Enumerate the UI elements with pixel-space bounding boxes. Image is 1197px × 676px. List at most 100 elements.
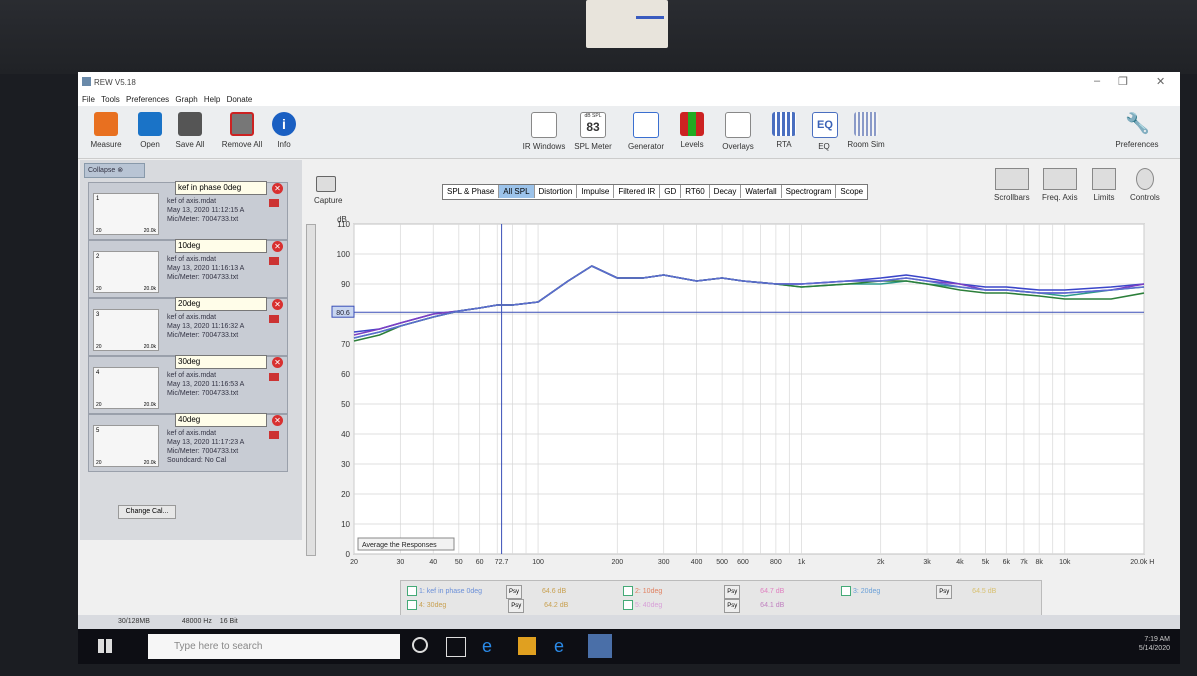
rta-button[interactable]: RTA: [772, 112, 796, 149]
status-bar: 30/128MB 48000 Hz 16 Bit: [78, 615, 1180, 629]
windows-start-icon[interactable]: [98, 639, 112, 653]
ir-windows-button[interactable]: IR Windows: [518, 112, 570, 151]
scrollbars-button[interactable]: Scrollbars: [994, 168, 1030, 202]
measurement-name-field[interactable]: 30deg: [175, 355, 267, 369]
legend-item-5[interactable]: 5: 40deg Psy 64.1 dB: [623, 599, 784, 613]
spl-chart[interactable]: 0102030405060708090100110dB203040506072.…: [314, 212, 1158, 572]
measurement-thumbnail: 3 20 20.0k: [93, 309, 159, 351]
preferences-button[interactable]: 🔧 Preferences: [1112, 112, 1162, 149]
edge-icon[interactable]: e: [482, 637, 500, 655]
x-tick-label: 100: [532, 559, 544, 566]
maximize-icon[interactable]: ❐: [1118, 75, 1128, 88]
legend-panel: 1: kef in phase 0deg Psy 64.6 dB 4: 30de…: [400, 580, 1042, 616]
freq-axis-button[interactable]: Freq. Axis: [1042, 168, 1078, 202]
tab-rt60[interactable]: RT60: [681, 185, 710, 198]
room-sim-button[interactable]: Room Sim: [844, 112, 888, 149]
measurement-info: kef of axis.mdat May 13, 2020 11:16:13 AM…: [167, 256, 245, 281]
cortana-icon[interactable]: [412, 637, 428, 653]
measurement-name-field[interactable]: kef in phase 0deg: [175, 181, 267, 195]
checkbox-icon[interactable]: [841, 586, 851, 597]
graph-color-icon[interactable]: [269, 199, 279, 207]
average-responses-button[interactable]: Average the Responses: [362, 542, 437, 549]
measure-button[interactable]: Measure: [86, 112, 126, 149]
measure-icon: [94, 112, 118, 136]
graph-color-icon[interactable]: [269, 315, 279, 323]
capture-button[interactable]: Capture: [314, 176, 342, 205]
menu-tools[interactable]: Tools: [101, 95, 120, 104]
y-tick-label: 100: [337, 250, 351, 259]
measurement-card[interactable]: 2 20 20.0k 10deg ✕ kef of axis.mdat May 13, 20…: [88, 239, 288, 298]
remove-measurement-icon[interactable]: ✕: [272, 241, 283, 252]
checkbox-icon[interactable]: [407, 600, 417, 611]
measurement-name-field[interactable]: 20deg: [175, 297, 267, 311]
tab-spl-phase[interactable]: SPL & Phase: [443, 185, 500, 198]
remove-measurement-icon[interactable]: ✕: [272, 299, 283, 310]
remove-measurement-icon[interactable]: ✕: [272, 415, 283, 426]
change-cal-button[interactable]: Change Cal...: [118, 505, 176, 519]
plot-background: [353, 223, 1145, 555]
levels-button[interactable]: Levels: [676, 112, 708, 149]
x-tick-label: 3k: [923, 559, 931, 566]
measurement-info: kef of axis.mdat May 13, 2020 11:16:32 AM…: [167, 314, 245, 339]
measurement-card[interactable]: 4 20 20.0k 30deg ✕ kef of axis.mdat May 13, 20…: [88, 355, 288, 414]
measurement-name-field[interactable]: 10deg: [175, 239, 267, 253]
legend-item-3[interactable]: 3: 20deg Psy 64.5 dB: [841, 585, 996, 599]
y-tick-label: 70: [341, 340, 350, 349]
menu-file[interactable]: File: [82, 95, 95, 104]
open-button[interactable]: Open: [132, 112, 168, 149]
save-all-button[interactable]: Save All: [170, 112, 210, 149]
checkbox-icon[interactable]: [623, 586, 633, 597]
measurement-thumbnail: 2 20 20.0k: [93, 251, 159, 293]
limits-button[interactable]: Limits: [1092, 168, 1116, 202]
eq-button[interactable]: EQ EQ: [812, 112, 838, 151]
legend-item-1[interactable]: 1: kef in phase 0deg Psy 64.6 dB: [407, 585, 566, 599]
graph-area[interactable]: 0102030405060708090100110dB203040506072.…: [314, 212, 1158, 572]
graph-color-icon[interactable]: [269, 373, 279, 381]
collapse-button[interactable]: Collapse ⊗: [84, 163, 145, 178]
x-tick-label: 30: [396, 559, 404, 566]
checkbox-icon[interactable]: [623, 600, 633, 611]
x-tick-label: 200: [611, 559, 623, 566]
legend-item-2[interactable]: 2: 10deg Psy 64.7 dB: [623, 585, 784, 599]
measurement-card[interactable]: 5 20 20.0k 40deg ✕ kef of axis.mdat May 13, 20…: [88, 413, 288, 472]
generator-icon: [633, 112, 659, 138]
checkbox-icon[interactable]: [407, 586, 417, 597]
legend-item-4[interactable]: 4: 30deg Psy 64.2 dB: [407, 599, 568, 613]
tab-impulse[interactable]: Impulse: [577, 185, 615, 198]
remove-measurement-icon[interactable]: ✕: [272, 183, 283, 194]
controls-button[interactable]: Controls: [1130, 168, 1160, 202]
menu-graph[interactable]: Graph: [175, 95, 197, 104]
taskbar-search[interactable]: Type here to search: [148, 634, 400, 659]
x-tick-label: 500: [716, 559, 728, 566]
info-button[interactable]: i Info: [270, 112, 298, 149]
measurement-name-field[interactable]: 40deg: [175, 413, 267, 427]
remove-all-button[interactable]: Remove All: [218, 112, 266, 149]
tab-decay[interactable]: Decay: [710, 185, 742, 198]
tab-all-spl[interactable]: All SPL: [499, 185, 535, 198]
task-view-icon[interactable]: [446, 637, 466, 657]
tab-filtered-ir[interactable]: Filtered IR: [614, 185, 661, 198]
rew-taskbar-icon[interactable]: [588, 634, 612, 658]
tab-gd[interactable]: GD: [660, 185, 682, 198]
tab-waterfall[interactable]: Waterfall: [741, 185, 782, 198]
minimize-icon[interactable]: –: [1094, 75, 1100, 87]
tab-distortion[interactable]: Distortion: [535, 185, 578, 198]
overlays-button[interactable]: Overlays: [718, 112, 758, 151]
menu-help[interactable]: Help: [204, 95, 220, 104]
graph-color-icon[interactable]: [269, 257, 279, 265]
ie-icon[interactable]: e: [554, 637, 572, 655]
menu-preferences[interactable]: Preferences: [126, 95, 169, 104]
measurement-card[interactable]: 1 20 20.0k kef in phase 0deg ✕ kef of axis.md…: [88, 181, 288, 240]
spl-meter-icon: dB SPL 83: [580, 112, 606, 138]
camera-icon: [316, 176, 336, 192]
measurement-card[interactable]: 3 20 20.0k 20deg ✕ kef of axis.mdat May 13, 20…: [88, 297, 288, 356]
file-explorer-icon[interactable]: [518, 637, 536, 655]
menu-donate[interactable]: Donate: [227, 95, 253, 104]
graph-color-icon[interactable]: [269, 431, 279, 439]
tab-spectrogram[interactable]: Spectrogram: [782, 185, 837, 198]
remove-measurement-icon[interactable]: ✕: [272, 357, 283, 368]
spl-meter-button[interactable]: dB SPL 83 SPL Meter: [572, 112, 614, 151]
tab-scope[interactable]: Scope: [836, 185, 867, 198]
close-icon[interactable]: ✕: [1156, 75, 1165, 88]
generator-button[interactable]: Generator: [624, 112, 668, 151]
